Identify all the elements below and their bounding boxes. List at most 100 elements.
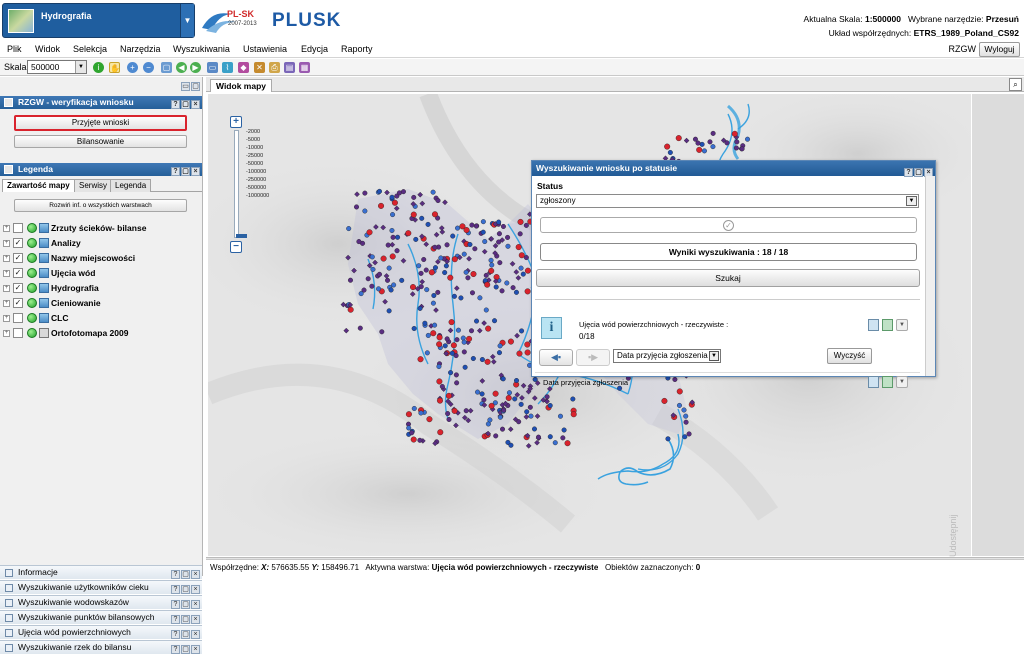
layers-icon[interactable]: ▦ (299, 62, 310, 73)
intake-point[interactable] (405, 230, 412, 237)
table-icon[interactable] (868, 376, 879, 388)
logout-button[interactable]: Wyloguj (979, 42, 1020, 57)
intake-point[interactable] (487, 417, 493, 423)
intake-point[interactable] (696, 146, 703, 153)
panel-informacje[interactable]: Informacje? ▢ × (0, 565, 202, 579)
intake-point[interactable] (683, 419, 689, 425)
close-icon[interactable]: × (191, 645, 200, 654)
intake-point[interactable] (425, 221, 431, 227)
select-rectangle-icon[interactable]: ▭ (207, 62, 218, 73)
intake-point[interactable] (455, 225, 461, 231)
menu-plik[interactable]: Plik (7, 44, 22, 54)
intake-point[interactable] (390, 212, 396, 218)
chevron-down-icon[interactable]: ▼ (75, 61, 86, 73)
intake-point[interactable] (472, 246, 478, 252)
export-icon[interactable]: ▤ (284, 62, 295, 73)
intake-point[interactable] (489, 262, 495, 268)
intake-point[interactable] (439, 384, 445, 390)
layer-row-hydrografia[interactable]: + ✓ Hydrografia (3, 282, 199, 296)
close-icon[interactable]: × (191, 585, 200, 594)
intake-point[interactable] (435, 289, 441, 295)
intake-point[interactable] (451, 256, 458, 263)
intake-point[interactable] (477, 295, 483, 301)
intake-point[interactable] (547, 403, 553, 409)
intake-point[interactable] (424, 350, 430, 356)
intake-point[interactable] (451, 407, 458, 414)
intake-point[interactable] (406, 425, 412, 431)
back-icon[interactable]: ◀ (176, 62, 187, 73)
intake-point[interactable] (436, 334, 443, 341)
layer-checkbox[interactable] (13, 223, 23, 233)
menu-narzedzia[interactable]: Narzędzia (120, 44, 161, 54)
intake-point[interactable] (527, 404, 533, 410)
intake-point[interactable] (496, 350, 502, 356)
intake-point[interactable] (444, 336, 450, 342)
intake-point[interactable] (432, 265, 438, 271)
intake-point[interactable] (376, 271, 382, 277)
intake-point[interactable] (535, 434, 541, 440)
expand-icon[interactable]: + (3, 255, 10, 262)
intake-point[interactable] (396, 190, 402, 196)
intake-point[interactable] (467, 241, 473, 247)
intake-point[interactable] (436, 364, 442, 370)
intake-point[interactable] (510, 285, 516, 291)
intake-point[interactable] (463, 408, 469, 414)
panel-surface-intakes[interactable]: Ujęcia wód powierzchniowych? ▢ × (0, 625, 202, 639)
intake-point[interactable] (695, 140, 701, 146)
intake-point[interactable] (410, 211, 417, 218)
intake-point[interactable] (378, 202, 385, 209)
intake-point[interactable] (356, 239, 362, 245)
layer-row-zrzuty[interactable]: + Zrzuty ścieków- bilanse (3, 222, 199, 236)
intake-point[interactable] (517, 218, 524, 225)
intake-point[interactable] (366, 229, 373, 236)
help-icon[interactable]: ? (171, 630, 180, 639)
intake-point[interactable] (524, 349, 531, 356)
intake-point[interactable] (499, 288, 505, 294)
intake-point[interactable] (385, 242, 391, 248)
intake-point[interactable] (516, 350, 523, 357)
intake-point[interactable] (493, 284, 499, 290)
intake-point[interactable] (485, 325, 492, 332)
restore-icon[interactable]: ▢ (191, 82, 200, 91)
intake-point[interactable] (519, 328, 525, 334)
intake-point[interactable] (444, 242, 450, 248)
help-icon[interactable]: ? (171, 585, 180, 594)
intake-point[interactable] (497, 260, 503, 266)
intake-point[interactable] (675, 135, 682, 142)
restore-icon[interactable]: ▢ (181, 167, 190, 176)
expand-icon[interactable]: + (3, 315, 10, 322)
intake-point[interactable] (422, 320, 428, 326)
intake-point[interactable] (451, 293, 457, 299)
clear-button[interactable]: Wyczyść (827, 348, 872, 364)
search-icon[interactable]: ⌕ (1009, 78, 1022, 91)
balancing-button[interactable]: Bilansowanie (14, 135, 187, 148)
intake-point[interactable] (493, 274, 500, 281)
help-icon[interactable]: ? (171, 645, 180, 654)
intake-point[interactable] (523, 255, 529, 261)
print-icon[interactable]: ⎙ (269, 62, 280, 73)
intake-point[interactable] (745, 136, 751, 142)
intake-point[interactable] (376, 188, 382, 194)
intake-point[interactable] (707, 139, 713, 145)
intake-point[interactable] (449, 350, 455, 356)
intake-point[interactable] (484, 281, 491, 288)
chevron-down-icon[interactable]: ▼ (180, 4, 194, 37)
clear-selection-icon[interactable]: ✕ (254, 62, 265, 73)
menu-selekcja[interactable]: Selekcja (73, 44, 107, 54)
intake-point[interactable] (435, 198, 441, 204)
panel-search-gauges[interactable]: Wyszukiwanie wodowskazów? ▢ × (0, 595, 202, 609)
intake-point[interactable] (528, 413, 534, 419)
intake-point[interactable] (506, 390, 512, 396)
restore-icon[interactable]: ▢ (181, 645, 190, 654)
chevron-down-icon[interactable]: ▼ (896, 376, 908, 388)
accepted-requests-button[interactable]: Przyjęte wnioski (14, 115, 187, 131)
intake-point[interactable] (470, 271, 477, 278)
intake-point[interactable] (523, 222, 529, 228)
restore-icon[interactable]: ▢ (181, 570, 190, 579)
expand-icon[interactable]: + (3, 225, 10, 232)
layer-checkbox[interactable]: ✓ (13, 238, 23, 248)
close-icon[interactable]: × (191, 630, 200, 639)
intake-point[interactable] (436, 397, 443, 404)
intake-point[interactable] (454, 380, 460, 386)
status-select[interactable]: zgłoszony ▼ (536, 194, 919, 208)
